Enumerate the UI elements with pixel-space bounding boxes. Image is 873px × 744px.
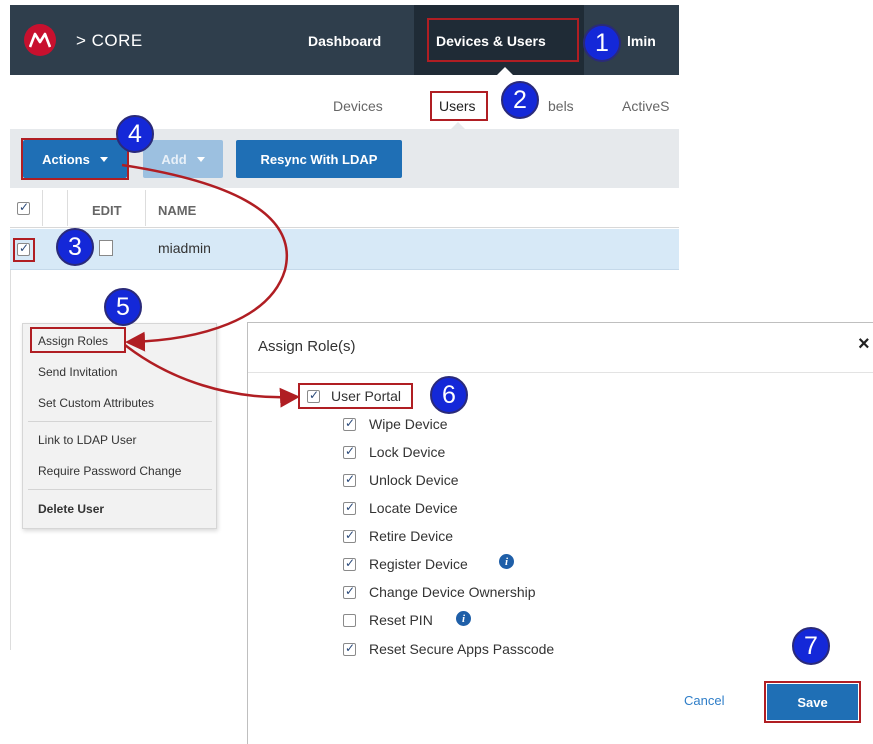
step-badge-7: 7 <box>792 627 830 665</box>
arrow-actions-to-assign-roles <box>121 163 288 352</box>
step-badge-2: 2 <box>501 81 539 119</box>
annotation-arrows <box>121 163 300 408</box>
step-badge-4: 4 <box>116 115 154 153</box>
step-badge-1: 1 <box>583 24 621 62</box>
step-badge-5: 5 <box>104 288 142 326</box>
arrow-assign-roles-to-user-portal <box>124 344 300 408</box>
step-badge-3: 3 <box>56 228 94 266</box>
step-badge-6: 6 <box>430 376 468 414</box>
